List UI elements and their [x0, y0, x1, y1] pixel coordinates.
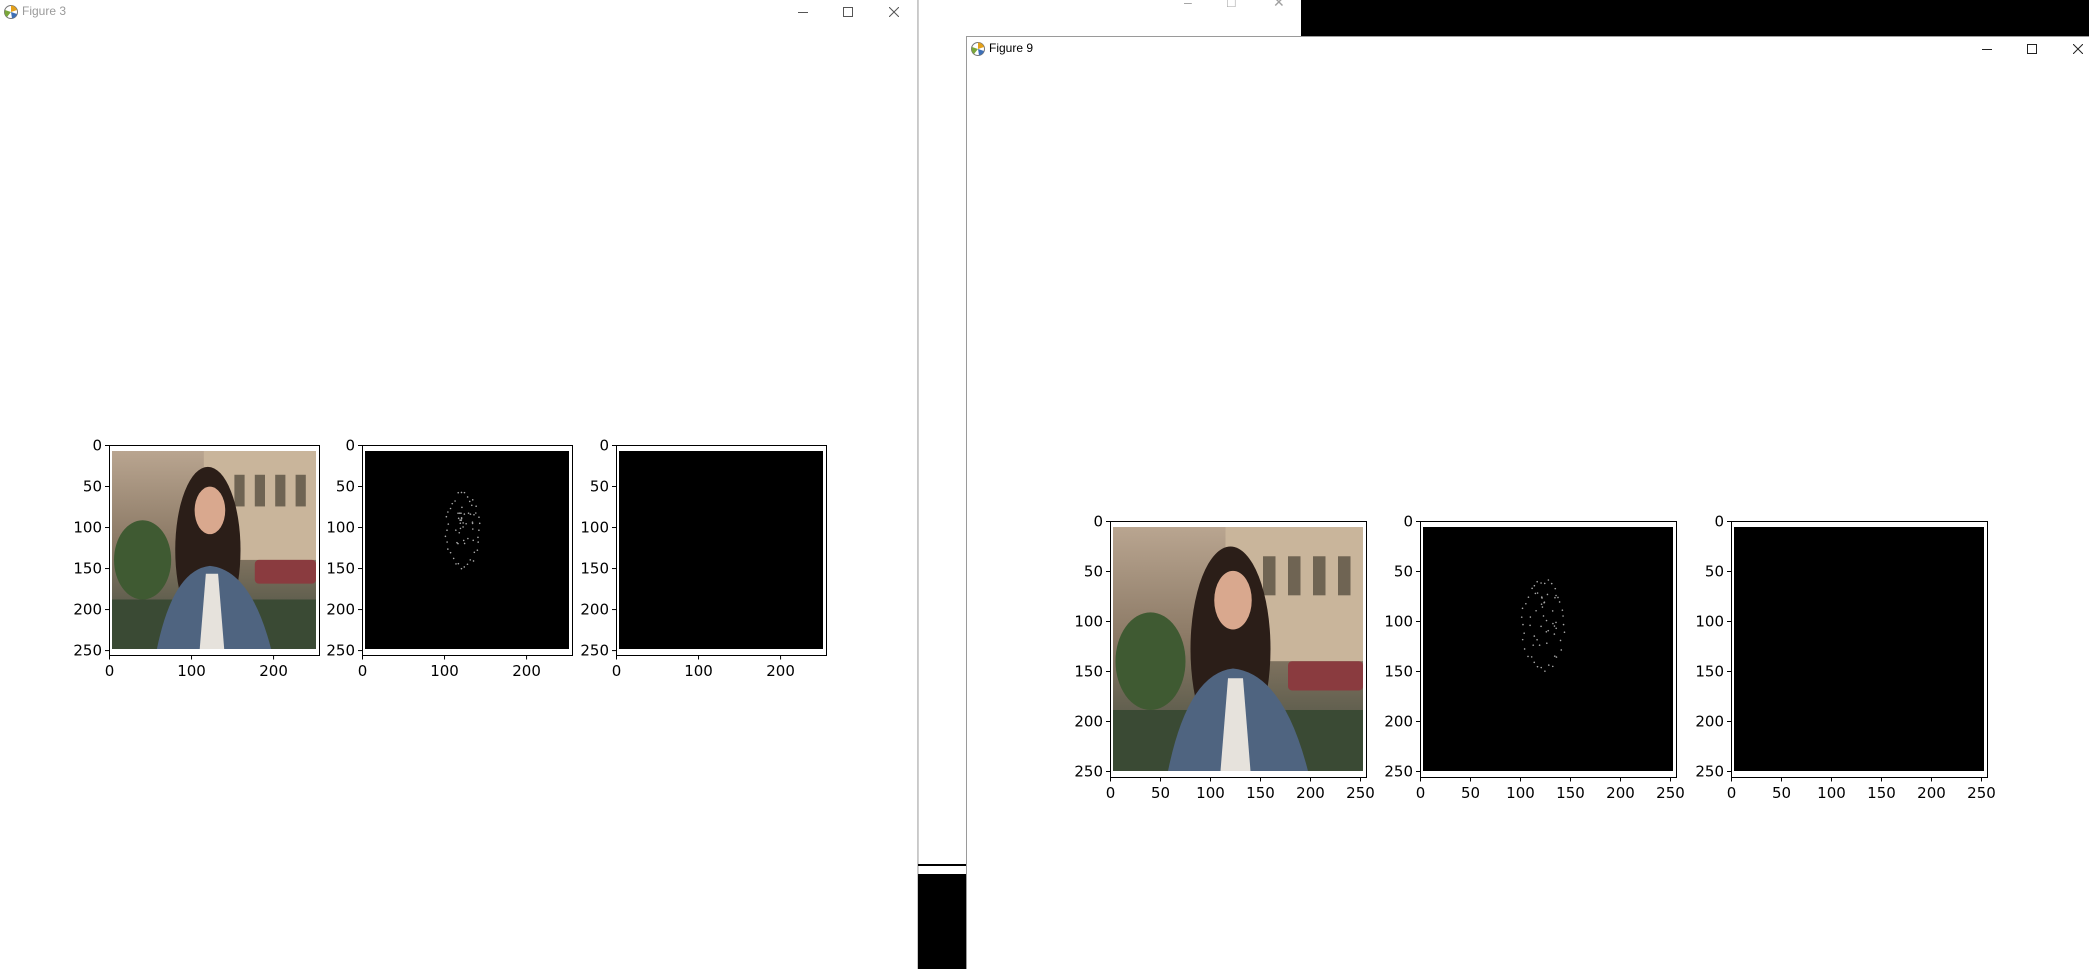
x-tick-label: 50	[1772, 784, 1791, 802]
y-tick-label: 100	[326, 519, 355, 537]
figure-3-window[interactable]: Figure 3 0 50 100 150 200 250 0 100 200 0 50 100 150…	[0, 0, 918, 969]
minimize-icon	[798, 12, 808, 13]
title-bar[interactable]: Figure 3	[0, 0, 917, 24]
y-tick-label: 250	[73, 642, 102, 660]
x-tick-label: 50	[1151, 784, 1170, 802]
y-tick-label: 200	[580, 601, 609, 619]
y-tick-label: 150	[1384, 663, 1413, 681]
close-button[interactable]	[2056, 37, 2089, 61]
y-tick-label: 250	[1695, 763, 1724, 781]
x-tick-label: 0	[1727, 784, 1737, 802]
y-tick-label: 100	[1384, 613, 1413, 631]
background-divider	[918, 864, 966, 866]
background-black-panel	[918, 874, 966, 969]
minimize-button[interactable]	[1965, 37, 2009, 61]
x-tick-label: 0	[358, 662, 368, 680]
y-tick-label: 100	[580, 519, 609, 537]
image-area	[1113, 527, 1363, 771]
x-tick-label: 100	[1506, 784, 1535, 802]
y-tick-label: 200	[326, 601, 355, 619]
y-tick-label: 0	[345, 437, 355, 455]
y-tick-label: 50	[83, 478, 102, 496]
matplotlib-icon	[4, 5, 18, 19]
y-tick-label: 150	[1074, 663, 1103, 681]
background-window-edge	[918, 0, 966, 969]
y-tick-label: 50	[1394, 563, 1413, 581]
x-tick-label: 150	[1556, 784, 1585, 802]
x-tick-label: 0	[1416, 784, 1426, 802]
x-tick-label: 100	[1817, 784, 1846, 802]
x-tick-label: 200	[766, 662, 795, 680]
x-tick-label: 200	[1296, 784, 1325, 802]
minimize-icon[interactable]: –	[1184, 0, 1192, 10]
x-tick-label: 150	[1867, 784, 1896, 802]
y-tick-label: 50	[1084, 563, 1103, 581]
y-tick-label: 100	[73, 519, 102, 537]
x-tick-label: 200	[512, 662, 541, 680]
image-area	[619, 451, 823, 649]
y-tick-label: 200	[1695, 713, 1724, 731]
y-tick-label: 50	[590, 478, 609, 496]
close-button[interactable]	[872, 0, 916, 24]
close-icon	[2073, 44, 2083, 54]
figure-9-window[interactable]: Figure 9 0 50 100 150 200 250 0 50 100 150 200 250 0…	[966, 36, 2089, 969]
y-tick-label: 250	[326, 642, 355, 660]
y-tick-label: 150	[73, 560, 102, 578]
x-tick-label: 100	[177, 662, 206, 680]
subplot-3[interactable]: 0501001502002500 100 200	[556, 385, 886, 715]
image-area	[365, 451, 569, 649]
x-tick-label: 200	[1606, 784, 1635, 802]
window-title: Figure 3	[22, 4, 67, 18]
x-tick-label: 200	[1917, 784, 1946, 802]
y-tick-label: 150	[1695, 663, 1724, 681]
image-area	[1423, 527, 1673, 771]
y-tick-label: 0	[599, 437, 609, 455]
x-tick-label: 200	[259, 662, 288, 680]
window-title: Figure 9	[989, 41, 1034, 55]
x-tick-label: 100	[684, 662, 713, 680]
matplotlib-icon	[971, 42, 985, 56]
y-tick-label: 0	[1093, 513, 1103, 531]
background-window-black	[1301, 0, 2089, 36]
y-tick-label: 250	[1074, 763, 1103, 781]
image-area	[1734, 527, 1984, 771]
y-tick-label: 200	[73, 601, 102, 619]
image-area	[112, 451, 316, 649]
x-tick-label: 100	[1196, 784, 1225, 802]
y-tick-label: 0	[92, 437, 102, 455]
x-tick-label: 250	[1967, 784, 1996, 802]
y-tick-label: 200	[1384, 713, 1413, 731]
x-tick-label: 0	[105, 662, 115, 680]
maximize-icon	[843, 7, 853, 17]
title-bar[interactable]: Figure 9	[967, 37, 2089, 61]
y-tick-label: 0	[1403, 513, 1413, 531]
y-tick-label: 200	[1074, 713, 1103, 731]
y-tick-label: 250	[580, 642, 609, 660]
y-tick-label: 250	[1384, 763, 1413, 781]
x-tick-label: 150	[1246, 784, 1275, 802]
close-icon[interactable]: ✕	[1273, 0, 1285, 11]
x-tick-label: 0	[612, 662, 622, 680]
x-tick-label: 100	[430, 662, 459, 680]
y-tick-label: 50	[1705, 563, 1724, 581]
x-tick-label: 0	[1106, 784, 1116, 802]
minimize-icon	[1982, 49, 1992, 50]
maximize-icon	[2027, 44, 2037, 54]
maximize-button[interactable]	[826, 0, 870, 24]
y-tick-label: 0	[1714, 513, 1724, 531]
maximize-button[interactable]	[2010, 37, 2054, 61]
x-tick-label: 50	[1461, 784, 1480, 802]
y-tick-label: 50	[336, 478, 355, 496]
maximize-icon[interactable]: □	[1227, 0, 1235, 10]
close-icon	[889, 7, 899, 17]
y-tick-label: 150	[326, 560, 355, 578]
y-tick-label: 150	[580, 560, 609, 578]
subplot-3[interactable]: 0501001502002500 50 100 150 200 250	[1671, 461, 2047, 837]
y-tick-label: 100	[1695, 613, 1724, 631]
minimize-button[interactable]	[781, 0, 825, 24]
y-tick-label: 100	[1074, 613, 1103, 631]
